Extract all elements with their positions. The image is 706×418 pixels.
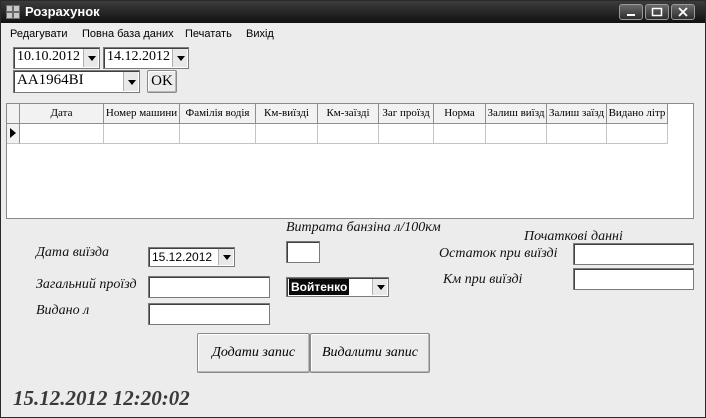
chevron-down-icon[interactable] — [372, 279, 387, 295]
ok-button[interactable]: OK — [147, 70, 177, 93]
driver-select[interactable]: Войтенко — [286, 277, 389, 297]
km-label: Км при виїзді — [443, 272, 523, 287]
chevron-down-icon[interactable] — [123, 72, 138, 91]
status-datetime: 15.12.2012 12:20:02 — [13, 386, 190, 410]
table-cell[interactable] — [104, 124, 180, 144]
row-indicator-header — [7, 104, 20, 124]
chevron-down-icon[interactable] — [218, 249, 233, 265]
remainder-label: Остаток при виїзді — [439, 246, 558, 261]
column-header[interactable]: Норма — [434, 104, 486, 124]
fuel-rate-field[interactable] — [286, 241, 320, 263]
table-cell[interactable] — [547, 124, 607, 144]
grid-header: Дата Номер машини Фамілія водія Км-виїзд… — [7, 104, 693, 124]
add-record-button[interactable]: Додати запис — [197, 333, 310, 373]
total-distance-field[interactable] — [148, 276, 270, 298]
title-bar: Розрахунок — [1, 1, 705, 23]
menu-edit[interactable]: Редагувати — [10, 28, 68, 40]
records-grid[interactable]: Дата Номер машини Фамілія водія Км-виїзд… — [6, 103, 694, 219]
table-row[interactable] — [7, 124, 668, 144]
column-header[interactable]: Км-заїзді — [318, 104, 379, 124]
table-cell[interactable] — [256, 124, 318, 144]
car-number-value: АА1964ВІ — [17, 72, 84, 88]
window-title: Розрахунок — [25, 4, 100, 19]
table-cell[interactable] — [180, 124, 256, 144]
km-field[interactable] — [573, 268, 694, 290]
issued-field[interactable] — [148, 303, 270, 325]
date-from-combo[interactable]: 10.10.2012 — [13, 47, 100, 69]
minimize-button[interactable] — [619, 4, 643, 20]
column-header[interactable]: Залиш заїзд — [547, 104, 607, 124]
chevron-down-icon[interactable] — [83, 49, 98, 67]
close-button[interactable] — [671, 4, 695, 20]
issued-label: Видано л — [36, 303, 90, 318]
column-header[interactable]: Видано літр — [607, 104, 668, 124]
date-to-value: 14.12.2012 — [107, 49, 170, 64]
chevron-down-icon[interactable] — [172, 49, 187, 67]
maximize-button[interactable] — [645, 4, 669, 20]
maximize-icon — [651, 7, 663, 17]
menu-print[interactable]: Печатать — [185, 28, 232, 40]
menu-full-database[interactable]: Повна база даних — [82, 28, 174, 40]
total-distance-label: Загальний проїзд — [36, 277, 137, 292]
table-cell[interactable] — [318, 124, 379, 144]
column-header[interactable]: Заг проїзд — [379, 104, 434, 124]
current-row-arrow-icon — [10, 128, 16, 138]
car-number-combo[interactable]: АА1964ВІ — [13, 70, 140, 93]
minimize-icon — [627, 14, 635, 16]
date-from-value: 10.10.2012 — [17, 49, 80, 64]
column-header[interactable]: Км-виїзді — [256, 104, 318, 124]
table-cell[interactable] — [20, 124, 104, 144]
row-indicator — [7, 124, 20, 144]
column-header[interactable]: Залиш виїзд — [486, 104, 547, 124]
app-grid-icon — [6, 5, 20, 19]
table-cell[interactable] — [607, 124, 668, 144]
close-icon — [678, 7, 688, 17]
app-window: Розрахунок Редагувати Повна база даних П… — [0, 0, 706, 418]
table-cell[interactable] — [434, 124, 486, 144]
table-cell[interactable] — [486, 124, 547, 144]
menu-exit[interactable]: Вихід — [246, 28, 274, 40]
date-to-combo[interactable]: 14.12.2012 — [103, 47, 189, 69]
table-cell[interactable] — [379, 124, 434, 144]
departure-date-picker[interactable]: 15.12.2012 — [148, 247, 235, 267]
remainder-field[interactable] — [573, 243, 694, 265]
column-header[interactable]: Фамілія водія — [180, 104, 256, 124]
departure-date-label: Дата виїзда — [36, 245, 110, 260]
column-header[interactable]: Номер машини — [104, 104, 180, 124]
column-header[interactable]: Дата — [20, 104, 104, 124]
driver-value: Войтенко — [289, 279, 350, 295]
departure-date-value: 15.12.2012 — [152, 250, 213, 264]
menu-bar: Редагувати Повна база даних Печатать Вих… — [1, 25, 705, 43]
delete-record-button[interactable]: Видалити запис — [310, 333, 430, 373]
fuel-rate-label: Витрата банзіна л/100км — [286, 220, 441, 235]
